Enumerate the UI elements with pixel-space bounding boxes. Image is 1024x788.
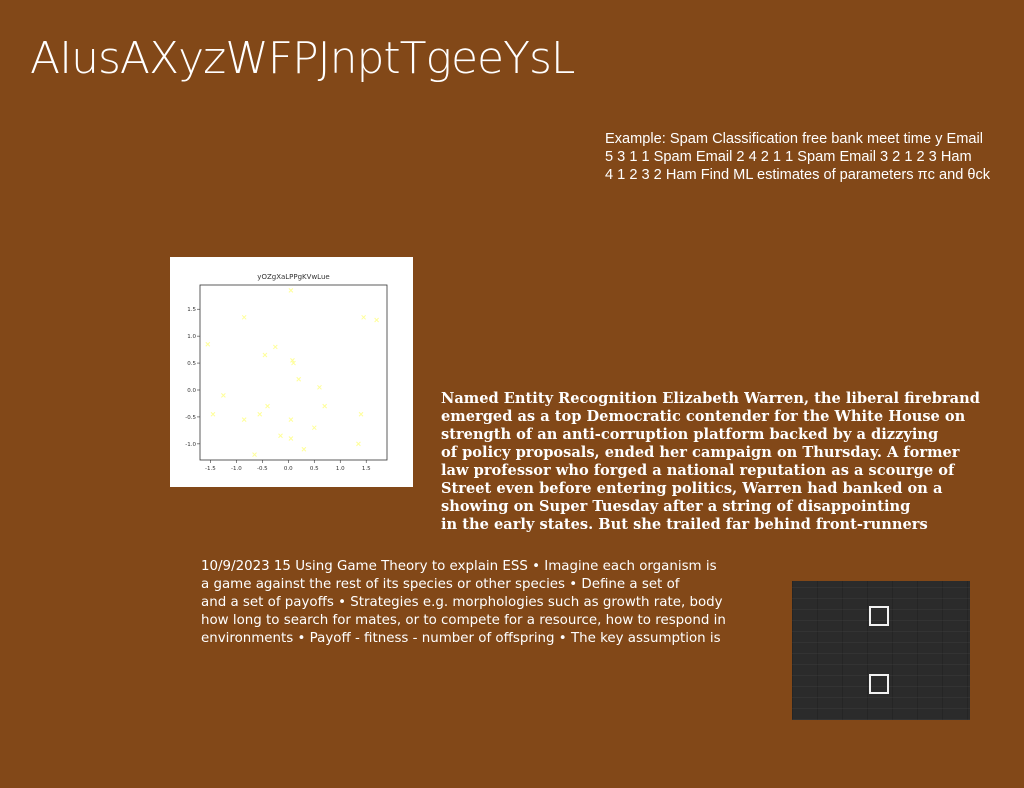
scatter-point [257, 411, 263, 417]
scatter-point [322, 403, 328, 409]
scatter-point [265, 403, 270, 409]
y-tick-label: -1.0 [185, 442, 196, 448]
y-tick-label: 1.5 [187, 307, 196, 313]
text-line: 5 3 1 1 Spam Email 2 4 2 1 1 Spam Email … [605, 149, 972, 165]
page-title: AIusAXyzWFPJnptTgeeYsL [30, 33, 575, 84]
text-line: 10/9/2023 15 Using Game Theory to explai… [201, 559, 717, 574]
text-line: and a set of payoffs • Strategies e.g. m… [201, 595, 723, 610]
x-tick-label: -1.0 [231, 466, 242, 472]
ess-game-theory-text: 10/9/2023 15 Using Game Theory to explai… [201, 558, 761, 648]
scatter-point [210, 411, 216, 417]
scatter-point [288, 417, 294, 422]
text-line: Named Entity Recognition Elizabeth Warre… [441, 390, 980, 407]
spam-classification-text: Example: Spam Classification free bank m… [605, 130, 1024, 184]
scatter-point [241, 417, 247, 422]
y-tick-label: 0.0 [187, 388, 196, 394]
text-line: law professor who forged a national repu… [441, 462, 955, 479]
scatter-point [374, 317, 379, 323]
scatter-point [361, 314, 366, 320]
scatter-plot-card: yOZgXaLPPgKVwLue -1.5 -1.0 -0.5 0.0 0.5 1.0 1.5… [170, 257, 413, 487]
checkbox-bottom[interactable] [869, 674, 889, 694]
x-tick-label: -0.5 [257, 466, 268, 472]
text-line: how long to search for mates, or to comp… [201, 613, 726, 628]
named-entity-recognition-text: Named Entity Recognition Elizabeth Warre… [441, 390, 1024, 534]
text-line: showing on Super Tuesday after a string … [441, 498, 911, 515]
y-tick-label: 0.5 [187, 361, 196, 367]
plot-frame [199, 284, 388, 461]
scatter-point [241, 314, 247, 320]
text-line: Example: Spam Classification free bank m… [605, 131, 983, 147]
scatter-point [262, 352, 268, 358]
y-tick-label: 1.0 [187, 334, 196, 340]
text-line: environments • Payoff - fitness - number… [201, 631, 721, 646]
x-tick-label: 1.5 [362, 466, 371, 472]
x-tick-label: 0.0 [284, 466, 293, 472]
text-line: strength of an anti-corruption platform … [441, 426, 939, 443]
scatter-point [221, 393, 226, 398]
x-tick-label: 1.0 [336, 466, 345, 472]
text-line: in the early states. But she trailed far… [441, 516, 928, 533]
dark-panel [792, 581, 970, 720]
scatter-point [296, 376, 302, 382]
scatter-point [311, 425, 317, 431]
scatter-point [317, 384, 322, 390]
chart-title: yOZgXaLPPgKVwLue [257, 273, 329, 281]
text-line: emerged as a top Democratic contender fo… [441, 408, 966, 425]
scatter-point [288, 436, 294, 441]
scatter-point [272, 344, 278, 350]
x-tick-label: 0.5 [310, 466, 319, 472]
scatter-point [301, 446, 307, 452]
scatter-point [288, 288, 294, 293]
scatter-point [252, 452, 257, 457]
text-line: Street even before entering politics, Wa… [441, 480, 943, 497]
text-line: a game against the rest of its species o… [201, 577, 680, 592]
scatter-plot: yOZgXaLPPgKVwLue -1.5 -1.0 -0.5 0.0 0.5 1.0 1.5… [185, 273, 388, 472]
text-line: of policy proposals, ended her campaign … [441, 444, 960, 461]
scatter-point [358, 411, 364, 417]
scatter-point [278, 433, 283, 439]
x-tick-label: -1.5 [205, 466, 216, 472]
text-line: 4 1 2 3 2 Ham Find ML estimates of param… [605, 167, 991, 183]
scatter-point [205, 341, 211, 347]
scatter-point [356, 441, 361, 447]
y-tick-label: -0.5 [185, 415, 196, 421]
checkbox-top[interactable] [869, 606, 889, 626]
